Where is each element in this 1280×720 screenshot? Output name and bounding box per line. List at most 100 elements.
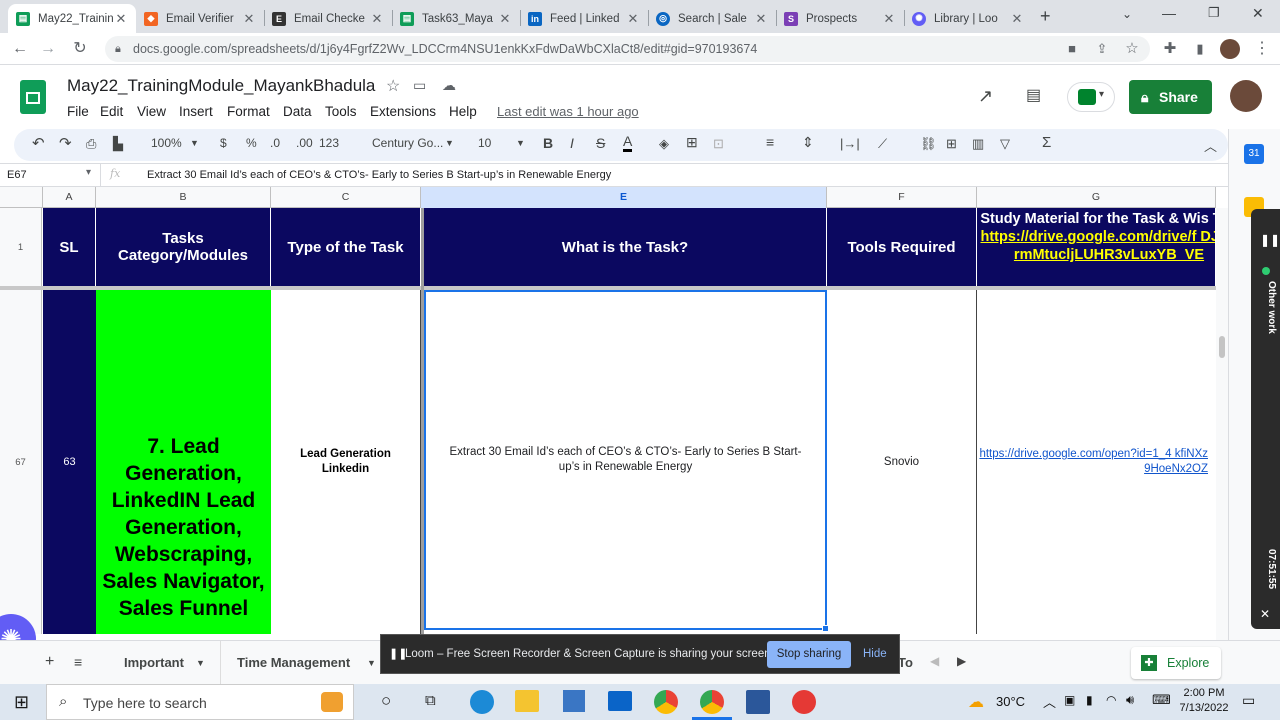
browser-tab-loom-library[interactable]: ✺ Library | Loo ✕ [904,4,1032,33]
align-left-icon[interactable]: ≡ [766,134,774,150]
menu-tools[interactable]: Tools [325,104,357,119]
menu-help[interactable]: Help [449,104,477,119]
share-button[interactable]: 🔒︎ Share [1129,80,1212,114]
minimize-icon[interactable]: — [1162,5,1176,21]
name-box[interactable]: E67 [7,169,27,181]
trending-icon[interactable]: ↗ [978,86,993,107]
temperature[interactable]: 30°C [996,694,1025,709]
close-icon[interactable]: ✕ [626,11,640,27]
close-icon[interactable]: ✕ [1260,607,1270,621]
cell-type[interactable]: Lead Generation Linkedin [271,290,421,634]
taskbar-clock[interactable]: 2:00 PM 7/13/2022 [1176,686,1232,716]
browser-tab-sales-search[interactable]: ◎ Search | Sale ✕ [648,4,776,33]
font-size-select[interactable]: 10 [478,136,491,150]
select-all-corner[interactable] [0,187,43,208]
browser-tab-email-verifier[interactable]: ◆ Email Verifier ✕ [136,4,264,33]
menu-file[interactable]: File [67,104,89,119]
restore-icon[interactable]: ❐ [1208,5,1220,21]
windows-start-icon[interactable]: ⊞ [14,692,29,713]
cell-category[interactable]: 7. Lead Generation, LinkedIN Lead Genera… [96,290,271,634]
text-rotate-icon[interactable]: ⟋ [878,136,887,152]
menu-edit[interactable]: Edit [100,104,123,119]
menu-view[interactable]: View [137,104,166,119]
increase-decimal-button[interactable]: .00 [296,136,313,150]
star-icon[interactable]: ☆ [386,76,400,96]
menu-format[interactable]: Format [227,104,270,119]
undo-icon[interactable]: ↶ [32,134,45,152]
last-edit-link[interactable]: Last edit was 1 hour ago [497,104,639,119]
column-header-g[interactable]: G [977,187,1216,208]
comments-icon[interactable]: ▤ [1026,85,1041,105]
cell-what-selected[interactable]: Extract 30 Email Id’s each of CEO’s & CT… [424,290,827,630]
text-color-icon[interactable]: A [623,133,633,152]
currency-button[interactable]: $ [220,136,227,150]
row-header-1[interactable]: 1 [0,208,42,286]
pause-icon[interactable]: ❚❚ [1260,233,1280,247]
insert-chart-icon[interactable]: ▥ [972,136,984,152]
sheet-tab-partial[interactable]: To [898,641,918,685]
font-select[interactable]: Century Go... [372,136,443,150]
network-icon[interactable]: ▣ [1064,693,1075,707]
new-tab-button[interactable]: + [1040,6,1058,26]
paint-format-icon[interactable]: ▙ [113,136,123,152]
merge-cells-icon[interactable]: ⊡ [713,136,724,152]
collapse-toolbar-icon[interactable]: ︿ [1204,136,1217,155]
extensions-icon[interactable]: ✚ [1160,39,1180,59]
share-page-icon[interactable]: ⇪ [1092,39,1112,59]
header-cell-study[interactable]: Study Material for the Task & Wis Traine… [977,208,1216,286]
browser-tab-email-checker[interactable]: E Email Checke ✕ [264,4,392,33]
tab-search-chevron-icon[interactable]: ⌄ [1122,7,1132,21]
mail-icon[interactable] [608,691,632,711]
all-sheets-icon[interactable]: ≡ [74,654,82,670]
side-panel-icon[interactable]: ▮ [1190,39,1210,59]
reload-icon[interactable]: ↻ [70,39,90,59]
row-header-67[interactable]: 67 [0,290,42,634]
profile-avatar[interactable] [1220,39,1240,59]
text-wrap-icon[interactable]: |→| [840,136,860,151]
sheet-tab-time-management[interactable]: Time Management ▼ [220,641,380,685]
file-explorer-icon[interactable] [515,690,539,712]
fill-color-icon[interactable]: ◈ [659,136,669,152]
browser-tab-sheets[interactable]: ▤ May22_Trainin ✕ [8,4,136,33]
calendar-icon[interactable]: 31 [1244,144,1264,164]
header-cell-tasks[interactable]: Tasks Category/Modules [96,208,271,286]
doc-title[interactable]: May22_TrainingModule_MayankBhadula [67,76,375,96]
forward-icon[interactable]: → [38,39,58,59]
task-view-icon[interactable]: ⧉ [425,692,436,709]
weather-icon[interactable]: ☁ [968,692,984,712]
menu-insert[interactable]: Insert [179,104,213,119]
cell-study-link[interactable]: https://drive.google.com/open?id=1_4 kfi… [977,290,1216,634]
close-icon[interactable]: ✕ [1010,11,1024,27]
sheet-tab-important[interactable]: Important ▼ [108,641,218,685]
filter-icon[interactable]: ▽ [1000,136,1010,152]
notifications-icon[interactable]: ▭ [1242,692,1255,709]
wifi-icon[interactable]: ◠ [1106,693,1116,707]
strikethrough-icon[interactable]: S [596,135,605,151]
print-icon[interactable]: ⎙ [86,136,96,152]
stop-sharing-button[interactable]: Stop sharing [767,641,851,668]
chrome-active-icon[interactable] [700,690,724,714]
functions-icon[interactable]: Σ [1042,134,1051,151]
bookmark-star-icon[interactable]: ☆ [1122,39,1142,59]
bold-icon[interactable]: B [543,135,553,151]
redo-icon[interactable]: ↷ [59,134,72,152]
column-header-b[interactable]: B [96,187,271,208]
move-folder-icon[interactable]: ▭ [413,77,426,94]
scroll-tabs-right-icon[interactable]: ▶ [957,654,966,668]
browser-menu-icon[interactable]: ⋮ [1252,39,1272,59]
close-icon[interactable]: ✕ [882,11,896,27]
add-sheet-icon[interactable]: + [45,653,54,671]
close-icon[interactable]: ✕ [114,11,128,27]
browser-tab-task63[interactable]: ▤ Task63_Maya ✕ [392,4,520,33]
decrease-decimal-button[interactable]: .0 [270,136,280,150]
italic-icon[interactable]: I [570,135,574,151]
vertical-scrollbar[interactable] [1216,208,1228,640]
back-icon[interactable]: ← [10,39,30,59]
column-header-c[interactable]: C [271,187,421,208]
language-icon[interactable]: ⌨ [1152,692,1171,708]
window-close-icon[interactable]: ✕ [1252,5,1264,22]
close-icon[interactable]: ✕ [370,11,384,27]
explore-button[interactable]: ✚ Explore [1131,647,1221,679]
camera-icon[interactable]: ■ [1062,39,1082,59]
close-icon[interactable]: ✕ [498,11,512,27]
